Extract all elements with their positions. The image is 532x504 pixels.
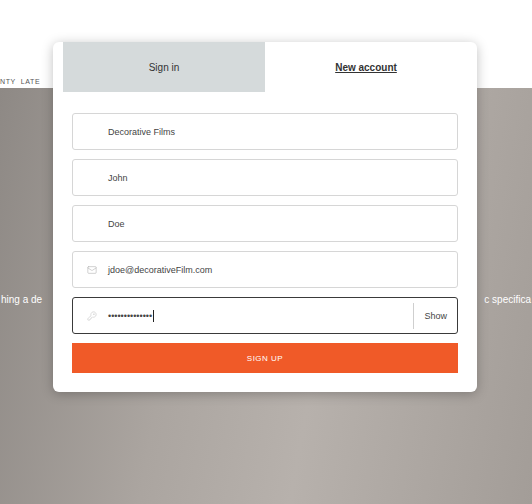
text-field[interactable]: Doe	[72, 205, 458, 242]
show-password-button[interactable]: Show	[413, 303, 457, 329]
field-value: Decorative Films	[108, 127, 457, 137]
account-modal: Sign inNew account Decorative Films John Do…	[53, 42, 477, 392]
page: NTY LATE hing a de c specifica Sign inNew ac…	[0, 0, 532, 504]
text-field[interactable]: Decorative Films	[72, 113, 458, 150]
tab[interactable]: Sign in	[63, 42, 265, 92]
field-value: ••••••••••••••	[108, 310, 413, 322]
field-value: jdoe@decorativeFilm.com	[108, 265, 457, 275]
key-icon	[87, 311, 97, 321]
field-icon-slot	[73, 311, 108, 321]
mail-icon	[87, 265, 97, 275]
nav-item[interactable]: LATE	[21, 78, 40, 86]
signup-form: Decorative Films John Doe jdoe@decorativeFi…	[53, 92, 477, 392]
nav-item[interactable]: NTY	[0, 78, 16, 86]
signup-button[interactable]: SIGN UP	[72, 343, 458, 373]
field-value: John	[108, 173, 457, 183]
text-field[interactable]: John	[72, 159, 458, 196]
hero-text: c specifica	[484, 294, 531, 306]
email-field[interactable]: jdoe@decorativeFilm.com	[72, 251, 458, 288]
field-value: Doe	[108, 219, 457, 229]
tab[interactable]: New account	[265, 42, 467, 92]
password-field[interactable]: ••••••••••••••Show	[72, 297, 458, 334]
tab-row: Sign inNew account	[63, 42, 467, 92]
field-icon-slot	[73, 265, 108, 275]
hero-text: hing a de	[1, 294, 42, 306]
nav: NTY LATE	[0, 78, 40, 86]
text-caret	[153, 310, 154, 322]
